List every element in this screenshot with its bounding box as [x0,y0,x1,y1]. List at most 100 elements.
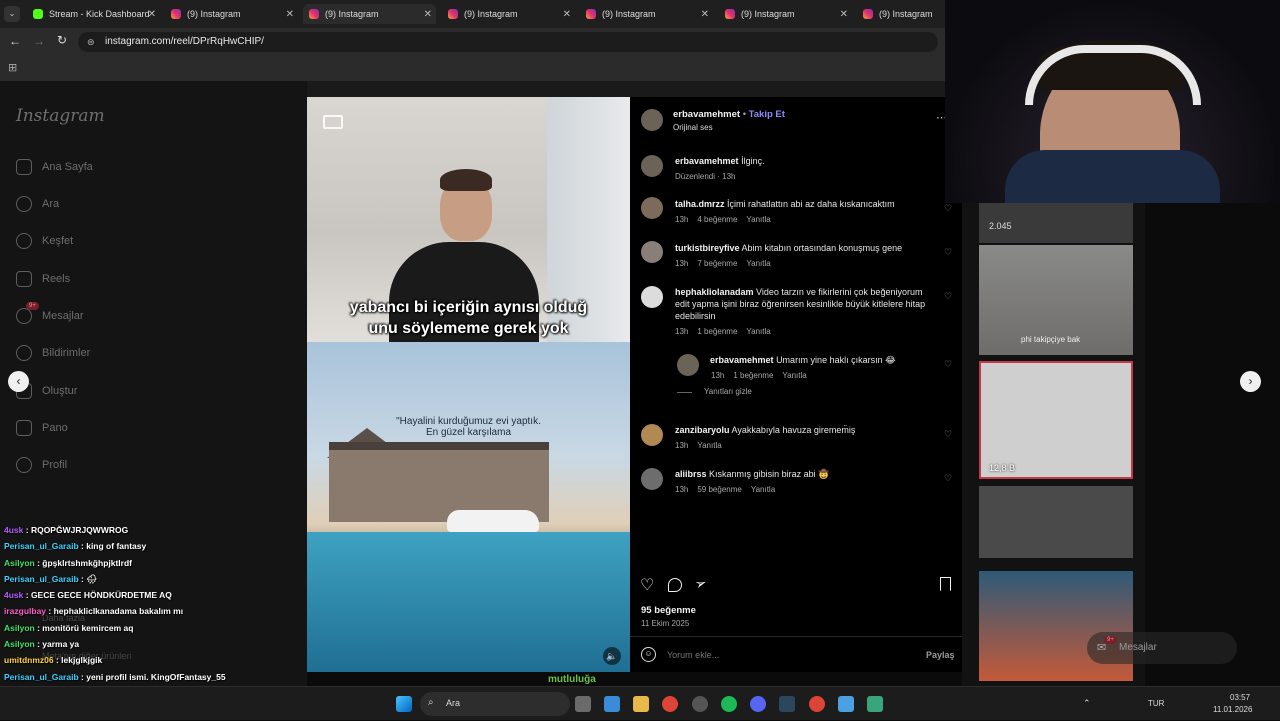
nav-explore[interactable]: Keşfet [16,233,73,249]
like-comment-icon[interactable]: ♡ [944,203,952,214]
forward-icon[interactable]: → [33,34,45,48]
reload-icon[interactable]: ↻ [57,33,67,47]
instagram-logo[interactable]: Instagram [16,106,105,126]
tab-instagram[interactable]: (9) Instagram ✕ [580,4,713,24]
next-post-button[interactable]: › [1240,371,1261,392]
comment-user[interactable]: hephakliolanadam [675,287,754,297]
site-info-icon[interactable]: ⊜ [87,32,95,52]
comment-input[interactable] [667,647,907,663]
thumbnail[interactable] [979,571,1133,681]
chrome-icon[interactable] [662,696,678,712]
close-tab-icon[interactable]: ✕ [840,9,848,20]
comment-likes[interactable]: 1 beğenme [733,371,773,380]
reply-button[interactable]: Yanıtla [697,441,721,450]
steam-icon[interactable] [779,696,795,712]
reel-video[interactable]: yabancı bi içeriğin aynısı olduğ unu söy… [307,97,630,672]
app-icon[interactable] [692,696,708,712]
nav-dashboard[interactable]: Pano [16,420,68,436]
tab-instagram[interactable]: (9) Instagram ✕ [442,4,575,24]
tab-instagram[interactable]: (9) Instagram ✕ [165,4,298,24]
nav-notifications[interactable]: Bildirimler [16,345,90,361]
app-icon[interactable] [838,696,854,712]
discord-icon[interactable] [750,696,766,712]
avatar[interactable] [641,155,663,177]
nav-search[interactable]: Ara [16,196,59,212]
tab-kick-dashboard[interactable]: Stream - Kick Dashboard ✕ [27,4,160,24]
reply-button[interactable]: Yanıtla [746,327,770,336]
avatar[interactable] [641,197,663,219]
app-icon[interactable] [867,696,883,712]
reply-button[interactable]: Yanıtla [746,259,770,268]
thumbnail[interactable]: phi takipçiye bak [979,245,1133,355]
tab-instagram[interactable]: (9) Instagram [857,4,945,24]
like-comment-icon[interactable]: ♡ [944,473,952,484]
close-tab-icon[interactable]: ✕ [424,9,432,20]
likes-count[interactable]: 95 beğenme [641,605,696,616]
tab-instagram[interactable]: (9) Instagram ✕ [303,4,436,24]
like-icon[interactable]: ♡ [640,575,654,595]
emoji-icon[interactable]: ☺ [641,647,656,662]
nav-messages[interactable]: 9+ Mesajlar [16,302,84,324]
comment-icon[interactable] [668,578,682,592]
tray-overflow-icon[interactable]: ⌃ [1083,698,1091,709]
close-tab-icon[interactable]: ✕ [286,9,294,20]
apps-grid-icon[interactable]: ⊞ [8,61,17,74]
spotify-icon[interactable] [721,696,737,712]
reply-button[interactable]: Yanıtla [746,215,770,224]
close-tab-icon[interactable]: ✕ [148,9,156,20]
save-icon[interactable] [940,577,951,591]
avatar[interactable] [677,354,699,376]
tab-list-dropdown-icon[interactable]: ⌄ [4,6,20,22]
comment-likes[interactable]: 59 beğenme [697,485,741,494]
previous-post-button[interactable]: ‹ [8,371,29,392]
like-comment-icon[interactable]: ♡ [944,429,952,440]
close-tab-icon[interactable]: ✕ [701,9,709,20]
chrome-icon[interactable] [809,696,825,712]
comment-likes[interactable]: 7 beğenme [697,259,737,268]
comment-user[interactable]: turkistbireyfive [675,243,740,253]
close-tab-icon[interactable]: ✕ [563,9,571,20]
avatar[interactable] [641,424,663,446]
avatar[interactable] [641,109,663,131]
avatar[interactable] [641,241,663,263]
comment-user[interactable]: talha.dmrzz [675,199,725,209]
start-icon[interactable] [396,696,412,712]
taskbar-search[interactable]: ⌕ Ara [420,692,570,716]
avatar[interactable] [641,468,663,490]
nav-home[interactable]: Ana Sayfa [16,159,93,175]
url-input[interactable]: ⊜ instagram.com/reel/DPrRqHwCHIP/ [78,32,938,52]
comment-likes[interactable]: 4 beğenme [697,215,737,224]
store-icon[interactable] [604,696,620,712]
nav-profile[interactable]: Profil [16,457,67,473]
like-comment-icon[interactable]: ♡ [944,359,952,370]
comment-user[interactable]: zanzibaryolu [675,425,730,435]
nav-reels[interactable]: Reels [16,271,70,287]
audio-link[interactable]: Orijinal ses [673,123,713,132]
follow-button[interactable]: Takip Et [749,109,785,120]
reply-button[interactable]: Yanıtla [751,485,775,494]
thumbnail[interactable]: 12,8 B [979,361,1133,479]
language-indicator[interactable]: TUR [1148,699,1164,708]
post-comment-button[interactable]: Paylaş [926,650,955,660]
comment-user[interactable]: erbavamehmet [675,156,739,166]
comment-likes[interactable]: 1 beğenme [697,327,737,336]
mute-icon[interactable]: 🔈 [603,647,621,665]
file-explorer-icon[interactable] [633,696,649,712]
reply-button[interactable]: Yanıtla [782,371,806,380]
tab-instagram[interactable]: (9) Instagram ✕ [719,4,852,24]
clock-time[interactable]: 03:57 [1230,693,1250,702]
thumbnail[interactable] [979,486,1133,558]
comment-user[interactable]: erbavamehmet [710,355,774,365]
messages-pill[interactable]: ✉ 9+ Mesajlar [1087,632,1237,664]
author-link[interactable]: erbavamehmet [673,109,740,120]
avatar[interactable] [641,286,663,308]
back-icon[interactable]: ← [9,34,21,48]
comment-user[interactable]: aliibrss [675,469,707,479]
clock-date[interactable]: 11.01.2026 [1213,705,1252,714]
like-comment-icon[interactable]: ♡ [944,247,952,258]
task-view-icon[interactable] [575,696,591,712]
like-comment-icon[interactable]: ♡ [944,291,952,302]
share-icon[interactable]: ➢ [692,574,709,594]
thumbnail[interactable]: 2.045 [979,203,1133,243]
hide-replies-button[interactable]: Yanıtları gizle [704,387,752,396]
